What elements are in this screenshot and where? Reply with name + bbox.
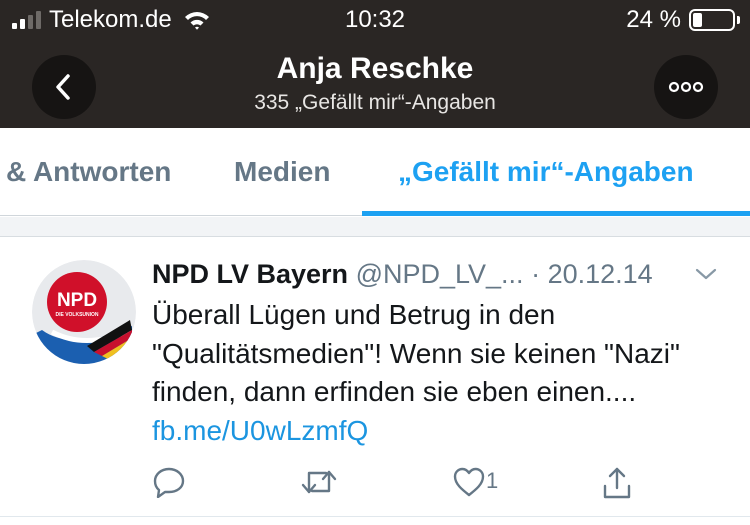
page-title: Anja Reschke — [276, 52, 474, 85]
page-subtitle: 335 „Gefällt mir“-Angaben — [254, 91, 496, 114]
retweet-icon[interactable] — [300, 466, 338, 498]
like-count: 1 — [486, 468, 499, 493]
share-icon[interactable] — [600, 466, 634, 500]
reply-icon[interactable] — [152, 466, 186, 498]
tweet-divider — [0, 516, 750, 517]
more-button[interactable] — [654, 55, 718, 119]
battery-nub — [737, 16, 740, 24]
chevron-down-icon[interactable] — [694, 266, 718, 282]
tweet-text: Überall Lügen und Betrug in den "Qualitä… — [152, 296, 712, 450]
more-icon — [668, 81, 704, 93]
battery-percent: 24 % — [626, 6, 681, 33]
npd-logo-icon: NPD DIE VOLKSUNION — [32, 260, 136, 364]
status-bar: Telekom.de 10:32 24 % — [0, 0, 750, 40]
avatar[interactable]: NPD DIE VOLKSUNION — [32, 260, 136, 364]
tweet-header: NPD LV Bayern @NPD_LV_... · 20.12.14 — [152, 259, 653, 290]
author-name[interactable]: NPD LV Bayern — [152, 259, 348, 289]
battery-fill — [693, 13, 702, 27]
profile-header: Telekom.de 10:32 24 % Anja Reschke 335 „… — [0, 0, 750, 128]
tab-media[interactable]: Medien — [234, 156, 330, 188]
profile-tabs: & Antworten Medien „Gefällt mir“-Angaben — [0, 128, 750, 216]
like-icon[interactable] — [452, 466, 486, 498]
tweet-link[interactable]: fb.me/U0wLzmfQ — [152, 415, 368, 446]
section-divider — [0, 217, 750, 237]
battery-indicator: 24 % — [626, 6, 740, 34]
tab-likes[interactable]: „Gefällt mir“-Angaben — [398, 156, 694, 188]
active-tab-indicator — [362, 211, 750, 216]
avatar-sublabel: DIE VOLKSUNION — [55, 312, 98, 318]
avatar-label: NPD — [57, 290, 97, 311]
author-handle[interactable]: @NPD_LV_... — [356, 259, 524, 289]
tweet-body: Überall Lügen und Betrug in den "Qualitä… — [152, 299, 680, 407]
tab-replies[interactable]: & Antworten — [6, 156, 171, 188]
battery-icon — [689, 9, 735, 31]
tweet-date: · 20.12.14 — [531, 259, 653, 289]
